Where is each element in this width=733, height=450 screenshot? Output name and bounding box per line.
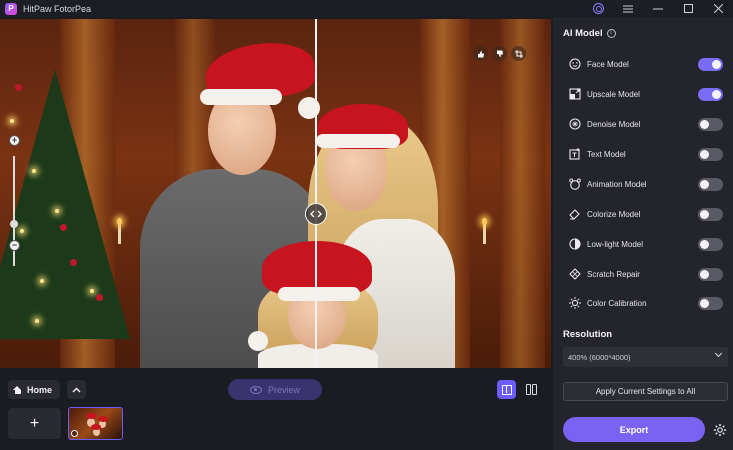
thumbs-up-icon[interactable] <box>473 46 488 61</box>
zoom-slider-handle[interactable] <box>10 220 18 228</box>
compare-split-line[interactable] <box>315 19 317 368</box>
animation-icon <box>568 178 581 191</box>
export-button[interactable]: Export <box>563 417 705 442</box>
home-label: Home <box>27 384 53 395</box>
maximize-icon[interactable] <box>673 0 703 17</box>
home-button[interactable]: Home <box>8 380 60 399</box>
side-by-side-button[interactable] <box>522 380 541 399</box>
resolution-value: 400% (6000*4000) <box>568 352 631 362</box>
colorize-model-toggle[interactable] <box>698 207 723 221</box>
scratch-repair-toggle[interactable] <box>698 267 723 281</box>
calibration-icon <box>568 297 581 310</box>
zoom-out-icon[interactable]: − <box>9 240 20 251</box>
app-title: HitPaw FotorPea <box>23 3 92 14</box>
image-toolbar <box>473 46 526 61</box>
face-icon <box>568 58 581 71</box>
ai-model-title: AI Model <box>563 28 603 39</box>
model-row-animation[interactable]: Animation Model <box>568 176 723 192</box>
apply-to-all-button[interactable]: Apply Current Settings to All <box>563 382 728 401</box>
upscale-icon <box>568 88 581 101</box>
zoom-in-icon[interactable]: + <box>9 135 20 146</box>
preview-button[interactable]: Preview <box>228 379 322 400</box>
denoise-model-toggle[interactable] <box>698 117 723 131</box>
model-label: Scratch Repair <box>587 269 640 279</box>
model-label: Animation Model <box>587 179 647 189</box>
app-logo-icon: P <box>5 2 17 15</box>
minimize-icon[interactable] <box>643 0 673 17</box>
image-canvas[interactable]: + − <box>0 19 551 368</box>
split-view-button[interactable] <box>497 380 516 399</box>
model-label: Upscale Model <box>587 89 640 99</box>
preview-label: Preview <box>267 384 300 395</box>
crop-icon[interactable] <box>511 46 526 61</box>
model-label: Low-light Model <box>587 239 644 249</box>
model-label: Text Model <box>587 149 626 159</box>
model-row-text[interactable]: Text Model <box>568 146 723 162</box>
compare-split-handle[interactable] <box>305 203 327 225</box>
upscale-model-toggle[interactable] <box>698 87 723 101</box>
face-model-toggle[interactable] <box>698 57 723 71</box>
photo-preview <box>0 19 551 368</box>
settings-panel: AI Model i Face Model Upscale Model Deno… <box>553 17 733 450</box>
colorize-icon <box>568 208 581 221</box>
model-row-calibration[interactable]: Color Calibration <box>568 295 723 311</box>
chevron-down-icon <box>714 349 723 358</box>
low-light-model-toggle[interactable] <box>698 237 723 251</box>
ai-model-heading: AI Model i <box>563 28 616 39</box>
denoise-icon <box>568 118 581 131</box>
bottom-bar: Home Preview + <box>0 368 551 450</box>
home-icon <box>13 385 22 394</box>
thumbs-down-icon[interactable] <box>492 46 507 61</box>
clock-icon <box>71 430 78 437</box>
image-thumbnail[interactable] <box>68 407 123 440</box>
gear-icon[interactable] <box>712 422 727 437</box>
color-calibration-toggle[interactable] <box>698 296 723 310</box>
text-icon <box>568 148 581 161</box>
model-row-face[interactable]: Face Model <box>568 56 723 72</box>
title-bar: P HitPaw FotorPea <box>0 0 733 17</box>
model-row-low-light[interactable]: Low-light Model <box>568 236 723 252</box>
collapse-button[interactable] <box>67 380 86 399</box>
info-icon[interactable]: i <box>606 29 616 38</box>
chevron-up-icon <box>72 387 81 392</box>
model-row-denoise[interactable]: Denoise Model <box>568 116 723 132</box>
menu-icon[interactable] <box>613 0 643 17</box>
add-image-button[interactable]: + <box>8 408 61 439</box>
split-view-icon <box>501 384 512 395</box>
side-by-side-icon <box>526 384 531 395</box>
low-light-icon <box>568 238 581 251</box>
app-window: P HitPaw FotorPea + − Home Preview + AI … <box>0 0 733 450</box>
model-label: Colorize Model <box>587 209 641 219</box>
resolution-select[interactable]: 400% (6000*4000) <box>563 347 728 367</box>
account-icon[interactable] <box>583 0 613 17</box>
model-row-colorize[interactable]: Colorize Model <box>568 206 723 222</box>
model-label: Face Model <box>587 59 629 69</box>
resolution-heading: Resolution <box>563 329 613 340</box>
model-row-scratch[interactable]: Scratch Repair <box>568 266 723 282</box>
model-row-upscale[interactable]: Upscale Model <box>568 86 723 102</box>
eye-icon <box>249 385 262 394</box>
text-model-toggle[interactable] <box>698 147 723 161</box>
scratch-icon <box>568 268 581 281</box>
model-label: Color Calibration <box>587 298 647 308</box>
animation-model-toggle[interactable] <box>698 177 723 191</box>
close-icon[interactable] <box>703 0 733 17</box>
model-label: Denoise Model <box>587 119 641 129</box>
window-controls <box>583 0 733 17</box>
